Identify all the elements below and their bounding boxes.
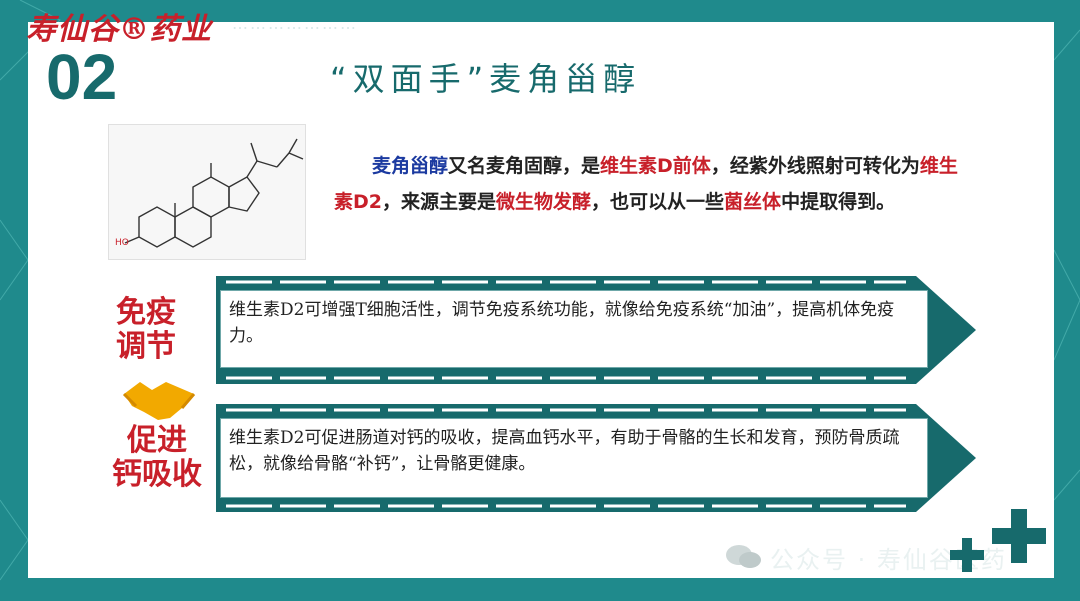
description-text: 麦角甾醇又名麦角固醇，是维生素D前体，经紫外线照射可转化为维生素D2，来源主要是…: [334, 148, 974, 220]
benefit-1-label: 免疫 调节: [116, 296, 176, 364]
handshake-icon: [122, 382, 196, 420]
description-part-5: ，来源主要是: [382, 191, 497, 213]
description-part-9: 中提取得到。: [781, 191, 896, 213]
description-part-8: 菌丝体: [724, 191, 782, 213]
description-part-3: ，经紫外线照射可转化为: [710, 155, 920, 177]
description-part-1: 又名麦角固醇，是: [448, 155, 601, 177]
section-number: 02: [46, 41, 118, 113]
page-title: “双面手”麦角甾醇: [330, 60, 642, 98]
description-part-6: 微生物发酵: [496, 191, 592, 213]
description-part-7: ，也可以从一些: [591, 191, 725, 213]
benefit-1-label-line1: 免疫: [116, 295, 176, 330]
benefit-2-label: 促进 钙吸收: [112, 424, 202, 492]
benefit-2-label-line2: 钙吸收: [112, 457, 202, 492]
benefit-2-text: 维生素D2可促进肠道对钙的吸收，提高血钙水平，有助于骨骼的生长和发育，预防骨质疏…: [220, 418, 928, 498]
description-part-0: 麦角甾醇: [372, 155, 449, 177]
brand-subtitle: …………………: [232, 14, 358, 33]
svg-text:HO: HO: [115, 238, 129, 248]
benefit-2-label-line1: 促进: [127, 423, 187, 458]
description-part-2: 维生素D前体: [600, 155, 711, 177]
wechat-icon: [726, 545, 761, 568]
benefit-1-text: 维生素D2可增强T细胞活性，调节免疫系统功能，就像给免疫系统“加油”，提高机体免…: [220, 290, 928, 368]
ergosterol-structure: HO: [108, 124, 306, 260]
benefit-1-label-line2: 调节: [116, 329, 176, 364]
